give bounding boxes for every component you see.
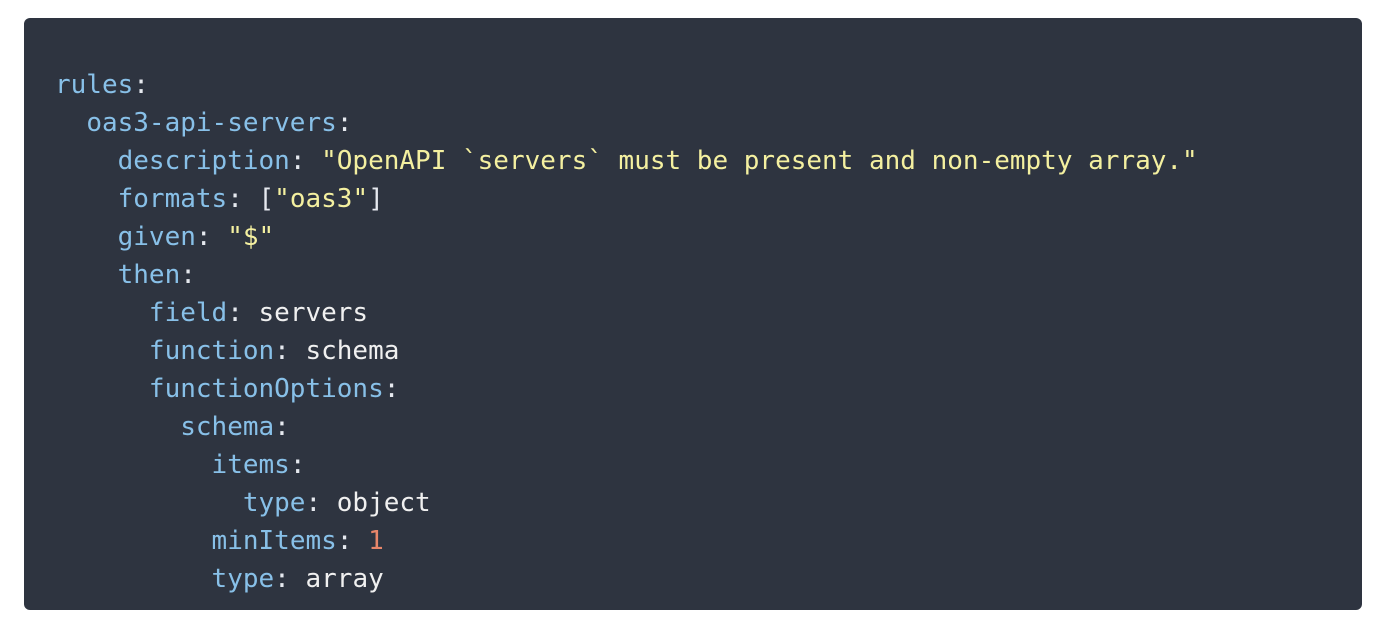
code-line: formats: ["oas3"] [117, 184, 384, 214]
code-line: rules: [55, 70, 149, 100]
yaml-value: object [336, 488, 431, 518]
yaml-key: function [148, 336, 275, 366]
yaml-key: minItems [211, 526, 337, 556]
code-line: field: servers [148, 298, 369, 328]
yaml-string: "oas3" [274, 184, 369, 214]
code-line: schema: [180, 412, 290, 442]
yaml-key: items [211, 450, 290, 480]
yaml-value: array [305, 564, 384, 594]
code-line: items: [211, 450, 306, 480]
code-line: then: [117, 260, 196, 290]
yaml-value: schema [305, 336, 400, 366]
yaml-value: servers [258, 298, 369, 328]
yaml-key: type [211, 564, 275, 594]
code-line: minItems: 1 [211, 526, 384, 556]
code-line: given: "$" [117, 222, 275, 252]
code-line: type: object [242, 488, 431, 518]
code-line: description: "OpenAPI `servers` must be … [117, 146, 1198, 176]
code-block: rules: oas3-api-servers: description: "O… [24, 18, 1362, 610]
yaml-key: formats [117, 184, 228, 214]
code-line: function: schema [148, 336, 400, 366]
yaml-string: "OpenAPI `servers` must be present and n… [321, 146, 1198, 176]
code-line: functionOptions: [148, 374, 400, 404]
yaml-key: given [117, 222, 196, 252]
yaml-key: type [242, 488, 306, 518]
yaml-key: rules [55, 70, 134, 100]
yaml-key: oas3-api-servers [86, 108, 337, 138]
yaml-key: description [117, 146, 290, 176]
yaml-key: then [117, 260, 181, 290]
yaml-key: schema [180, 412, 275, 442]
code-line: type: array [211, 564, 384, 594]
yaml-number: 1 [368, 526, 384, 556]
yaml-key: functionOptions [148, 374, 384, 404]
code-line: oas3-api-servers: [86, 108, 353, 138]
yaml-string: "$" [227, 222, 275, 252]
yaml-key: field [148, 298, 228, 328]
